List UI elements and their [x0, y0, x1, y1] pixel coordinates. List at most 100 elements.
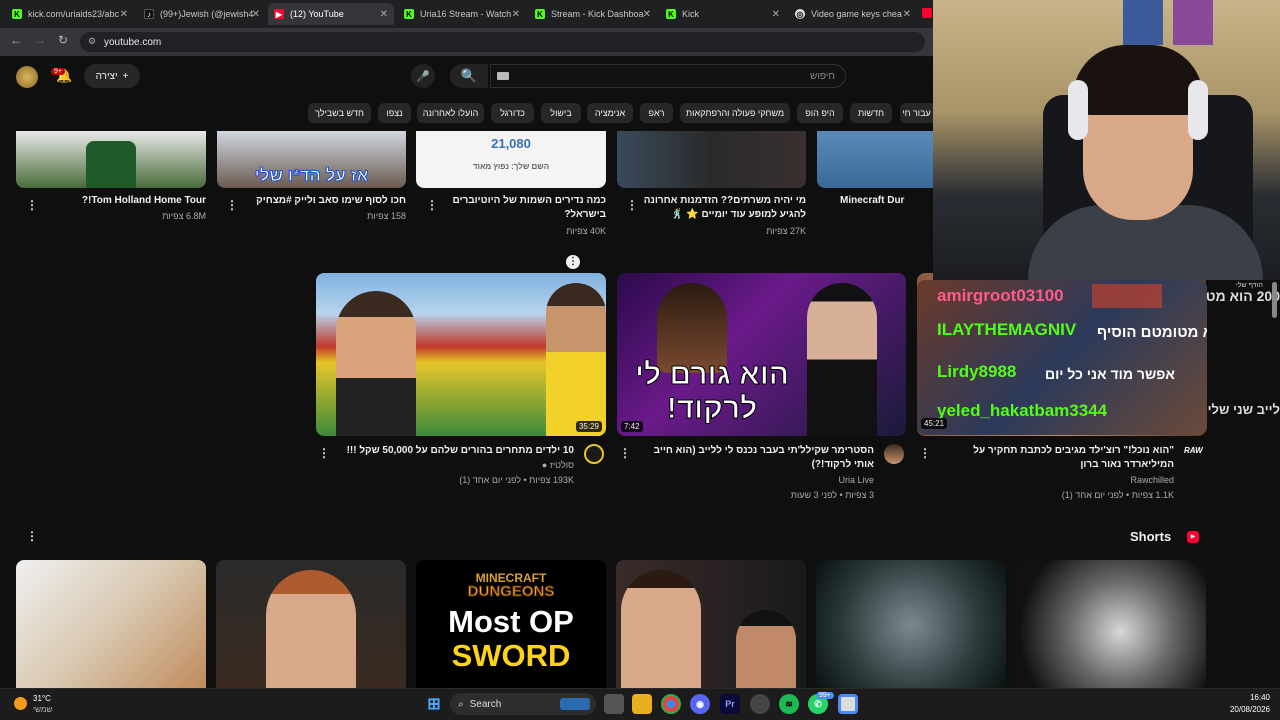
- globe-icon: ◎: [795, 9, 805, 19]
- video-thumbnail[interactable]: [617, 131, 806, 188]
- video-title[interactable]: "הוא נוכל!" רוצ'ילד מגיבים לכתבת תחקיר ע…: [940, 444, 1174, 472]
- video-title[interactable]: 10 ילדים מתחרים בהורים שלהם על 50,000 שק…: [340, 444, 574, 458]
- tab-kick[interactable]: K Kick ✕: [660, 3, 786, 25]
- close-icon[interactable]: ✕: [643, 9, 651, 20]
- file-explorer-icon[interactable]: [632, 694, 652, 714]
- mic-icon[interactable]: 🎤: [411, 64, 435, 88]
- video-thumbnail[interactable]: 21,080 השם שלך: נפוץ מאוד: [416, 131, 606, 188]
- channel-avatar[interactable]: [584, 444, 604, 464]
- more-icon[interactable]: ⋮: [26, 529, 38, 543]
- close-icon[interactable]: ✕: [903, 9, 911, 20]
- video-duration: 45:21: [921, 418, 948, 429]
- scrollbar[interactable]: [1272, 282, 1277, 318]
- tab-game-keys[interactable]: ◎ Video game keys chea ✕: [789, 3, 917, 25]
- clock-date[interactable]: 20/08/2026: [1210, 705, 1270, 714]
- omnibox[interactable]: ⚙ youtube.com: [80, 32, 925, 52]
- chip-action-games[interactable]: משחקי פעולה והרפתקאות: [680, 103, 790, 123]
- chip-animation[interactable]: אנימציה: [587, 103, 633, 123]
- close-icon[interactable]: ✕: [120, 9, 128, 20]
- video-meta: 158 צפיות: [367, 211, 406, 221]
- short-thumbnail[interactable]: [16, 560, 206, 690]
- taskbar-search[interactable]: ⌕ Search: [450, 693, 596, 715]
- chip-recently-uploaded[interactable]: הועלו לאחרונה: [417, 103, 484, 123]
- short-thumbnail[interactable]: MINECRAFT DUNGEONS Most OP SWORD: [416, 560, 606, 690]
- video-thumbnail[interactable]: [16, 131, 206, 188]
- channel-avatar[interactable]: [884, 444, 904, 464]
- keyboard-icon[interactable]: [497, 72, 509, 80]
- chip-cooking[interactable]: בישול: [541, 103, 581, 123]
- youtube-icon[interactable]: [922, 8, 932, 18]
- short-thumbnail[interactable]: [616, 560, 806, 690]
- video-title[interactable]: הסטרימר שקילל'תי בעבר נכנס לי ללייב (הוא…: [640, 444, 874, 472]
- tab-kick-dashboard[interactable]: K Stream - Kick Dashboa ✕: [529, 3, 657, 25]
- more-icon[interactable]: ⋮: [619, 446, 631, 460]
- channel-name[interactable]: סולטיז ●: [340, 459, 574, 472]
- channel-avatar[interactable]: RAW: [1184, 446, 1204, 462]
- more-icon[interactable]: ⋮: [919, 446, 931, 460]
- chip-football[interactable]: כדורגל: [491, 103, 534, 123]
- forward-icon[interactable]: →: [34, 33, 46, 47]
- channel-name[interactable]: Rawchilled: [940, 474, 1174, 487]
- thumb-figure: [86, 141, 136, 188]
- close-icon[interactable]: ✕: [252, 9, 260, 20]
- tab-kick-uriaids[interactable]: K kick.com/uriaids23/abc ✕: [6, 3, 134, 25]
- more-icon[interactable]: ⋮: [426, 198, 438, 212]
- info-icon[interactable]: ⋮: [566, 255, 580, 269]
- chat-username: amirgroot03100: [937, 286, 1064, 305]
- tab-uria-stream[interactable]: K Uria16 Stream - Watch ✕: [398, 3, 526, 25]
- spotify-icon[interactable]: ≋: [779, 694, 799, 714]
- more-icon[interactable]: ⋮: [318, 446, 330, 460]
- avatar[interactable]: [16, 66, 38, 88]
- close-icon[interactable]: ✕: [512, 9, 520, 20]
- reload-icon[interactable]: ↻: [58, 33, 68, 47]
- close-icon[interactable]: ✕: [772, 9, 780, 20]
- video-title[interactable]: כמה נדירים השמות של היוטיוברים בישראל?: [440, 194, 606, 222]
- chrome-icon[interactable]: [661, 694, 681, 714]
- chip-live[interactable]: עבור חי: [900, 103, 933, 123]
- headphones: [1068, 80, 1088, 140]
- thumb-number: 21,080: [491, 136, 531, 151]
- weather-icon[interactable]: [14, 697, 27, 710]
- chip-watched[interactable]: נצפו: [378, 103, 411, 123]
- obs-icon[interactable]: [750, 694, 770, 714]
- chip-new-for-you[interactable]: חדש בשבילך: [308, 103, 371, 123]
- search-button[interactable]: 🔍: [450, 64, 488, 88]
- clock-time[interactable]: 16:40: [1210, 693, 1270, 702]
- weather-temp[interactable]: 31°C: [33, 694, 51, 703]
- short-thumbnail[interactable]: [216, 560, 406, 690]
- search-input[interactable]: חיפוש: [490, 64, 846, 88]
- verified-icon: ●: [541, 460, 548, 470]
- app-icon[interactable]: [838, 694, 858, 714]
- video-meta: 27K צפיות: [766, 226, 806, 236]
- channel-name[interactable]: Uria Live: [640, 474, 874, 487]
- short-thumbnail[interactable]: [816, 560, 1006, 690]
- task-view-icon[interactable]: [604, 694, 624, 714]
- video-title[interactable]: חכו לסוף שימו סאב ולייק #מצחיק: [240, 194, 406, 208]
- video-thumbnail[interactable]: [817, 131, 933, 188]
- video-title[interactable]: Tom Holland Home Tour!?: [40, 194, 206, 208]
- video-title[interactable]: Minecraft Dur: [840, 194, 933, 208]
- video-thumbnail[interactable]: אז על הד*ו שלי: [217, 131, 406, 188]
- tab-tiktok[interactable]: ♪ (99+)Jewish (@jewish4 ✕: [138, 3, 266, 25]
- back-icon[interactable]: ←: [10, 33, 22, 47]
- more-icon[interactable]: ⋮: [26, 198, 38, 212]
- short-thumbnail[interactable]: [1016, 560, 1206, 690]
- premiere-icon[interactable]: Pr: [720, 694, 740, 714]
- more-icon[interactable]: ⋮: [626, 198, 638, 212]
- video-title[interactable]: מי יהיה משרתים?? הזדמנות אחרונה להגיע למ…: [640, 194, 806, 222]
- chip-hiphop[interactable]: היפ הופ: [797, 103, 843, 123]
- video-thumbnail[interactable]: 35:29: [316, 273, 606, 436]
- create-button[interactable]: יצירה +: [84, 64, 140, 88]
- discord-icon[interactable]: ◉: [690, 694, 710, 714]
- wall-poster: [1173, 0, 1213, 45]
- chip-news[interactable]: חדשות: [850, 103, 892, 123]
- chip-rap[interactable]: ראפ: [640, 103, 673, 123]
- video-thumbnail[interactable]: הוא גורם לי לרקוד! 7:42: [617, 273, 906, 436]
- site-settings-icon[interactable]: ⚙: [88, 36, 96, 47]
- windows-start-icon[interactable]: ⊞: [424, 694, 444, 714]
- tab-youtube[interactable]: ▶ (12) YouTube ✕: [268, 3, 394, 25]
- kick-icon: K: [535, 9, 545, 19]
- more-icon[interactable]: ⋮: [226, 198, 238, 212]
- tab-label: Kick: [682, 9, 700, 19]
- close-icon[interactable]: ✕: [380, 9, 388, 20]
